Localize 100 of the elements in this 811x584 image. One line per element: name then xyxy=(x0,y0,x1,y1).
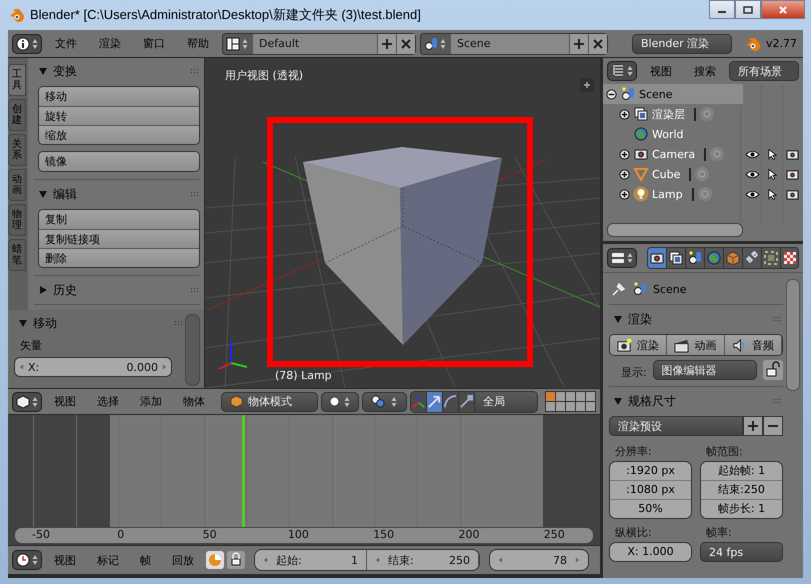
tool-button[interactable]: 移动 xyxy=(39,87,199,106)
menu-item[interactable]: 标记 xyxy=(88,552,128,568)
outliner-row[interactable]: Camera xyxy=(616,144,803,164)
expand-icon[interactable] xyxy=(619,148,630,160)
add-icon[interactable] xyxy=(580,78,594,92)
maximize-button[interactable] xyxy=(735,0,761,19)
eye-icon[interactable] xyxy=(745,148,760,160)
number-field[interactable]: 帧步长: 1 xyxy=(701,499,782,518)
number-field[interactable]: 50% xyxy=(610,499,691,518)
editor-type-button[interactable] xyxy=(607,248,637,268)
collapsed-triangle-icon[interactable] xyxy=(38,285,48,295)
frame-ruler[interactable]: -50 0 50 100 150 200 250 xyxy=(14,527,594,544)
tool-button[interactable]: 缩放 xyxy=(39,125,199,144)
manipulator-button[interactable] xyxy=(427,392,444,412)
menu-item[interactable]: 帧 xyxy=(131,552,160,568)
close-icon[interactable] xyxy=(592,38,604,50)
cursor-arrow-icon[interactable] xyxy=(768,168,778,180)
properties-tab[interactable] xyxy=(743,248,762,268)
close-icon[interactable] xyxy=(400,38,412,50)
render-engine-dropdown[interactable]: Blender 渲染 xyxy=(632,34,732,54)
tool-shelf-tab[interactable]: 关系 xyxy=(8,134,26,166)
scrollbar[interactable] xyxy=(185,314,200,386)
number-field[interactable]: :1080 px xyxy=(610,480,691,499)
layer-grid[interactable] xyxy=(545,391,596,412)
menu-item[interactable]: 视图 xyxy=(45,552,85,568)
menu-item[interactable]: 添加 xyxy=(131,394,171,409)
shading-dropdown[interactable] xyxy=(321,392,360,412)
camera-icon[interactable] xyxy=(786,188,799,200)
drag-handle-icon[interactable] xyxy=(773,398,783,404)
menu-item[interactable]: 文件 xyxy=(46,36,86,51)
menu-item[interactable]: 选择 xyxy=(88,394,128,409)
remove-button[interactable] xyxy=(763,416,783,436)
mode-dropdown[interactable]: 物体模式 xyxy=(221,392,318,412)
pin-icon[interactable] xyxy=(611,281,627,297)
menu-item[interactable]: 帮助 xyxy=(178,36,218,51)
editor-type-button[interactable] xyxy=(607,61,637,81)
tool-shelf-tab[interactable]: 创建 xyxy=(8,99,26,131)
drag-handle-icon[interactable] xyxy=(190,287,200,293)
manipulator-button[interactable] xyxy=(411,392,428,412)
menu-item[interactable]: 视图 xyxy=(45,394,85,409)
camera-icon[interactable] xyxy=(786,168,799,180)
3d-viewport[interactable]: 用户视图 (透视) (78) Lamp xyxy=(205,58,600,388)
expanded-triangle-icon[interactable] xyxy=(38,66,48,76)
drag-handle-icon[interactable] xyxy=(190,191,200,197)
tool-shelf-tab[interactable]: 动画 xyxy=(8,169,26,201)
panel-title[interactable]: 变换 xyxy=(53,62,77,80)
menu-item[interactable]: 视图 xyxy=(641,64,681,78)
number-field[interactable]: X: 1.000 xyxy=(610,543,691,561)
outliner-row[interactable]: World xyxy=(616,124,803,144)
eye-icon[interactable] xyxy=(745,188,760,200)
frame-rate-dropdown[interactable]: 24 fps xyxy=(700,542,783,562)
expand-icon[interactable] xyxy=(619,188,630,200)
expanded-triangle-icon[interactable] xyxy=(613,314,623,324)
panel-title[interactable]: 渲染 xyxy=(628,310,652,328)
expanded-triangle-icon[interactable] xyxy=(38,189,48,199)
end-frame-field[interactable]: 结束: 250 xyxy=(367,550,479,570)
manipulator-button[interactable] xyxy=(459,392,476,412)
panel-title[interactable]: 编辑 xyxy=(53,186,77,202)
editor-type-button[interactable] xyxy=(12,550,42,570)
cursor-arrow-icon[interactable] xyxy=(768,188,778,200)
properties-tab[interactable] xyxy=(648,248,667,268)
menu-item[interactable]: 回放 xyxy=(163,552,203,568)
render-preset-dropdown[interactable]: 渲染预设 xyxy=(609,416,743,436)
pivot-dropdown[interactable] xyxy=(362,392,408,412)
display-dropdown[interactable]: 图像编辑器 xyxy=(652,360,757,380)
orientation-dropdown[interactable]: 全局 xyxy=(475,392,537,412)
number-field[interactable]: 起始帧: 1 xyxy=(701,462,782,480)
layout-selector[interactable]: Default xyxy=(222,32,416,54)
tool-button[interactable]: 删除 xyxy=(39,248,199,267)
lock-icon[interactable] xyxy=(763,360,783,380)
drag-handle-icon[interactable] xyxy=(174,320,184,326)
manipulator-button[interactable] xyxy=(443,392,460,412)
render-action-button[interactable]: 动画 xyxy=(667,335,725,355)
tool-button[interactable]: 旋转 xyxy=(39,106,199,125)
add-button[interactable] xyxy=(743,416,763,436)
panel-title[interactable]: 移动 xyxy=(33,314,57,332)
properties-tab[interactable] xyxy=(686,248,705,268)
collapse-icon[interactable] xyxy=(606,88,617,100)
panel-title[interactable]: 历史 xyxy=(53,282,77,298)
scrollbar[interactable] xyxy=(607,223,743,237)
drag-handle-icon[interactable] xyxy=(190,68,200,74)
cube-drawing[interactable] xyxy=(303,147,502,345)
expanded-triangle-icon[interactable] xyxy=(18,318,28,328)
close-button[interactable] xyxy=(761,0,805,19)
number-field[interactable]: 结束:250 xyxy=(701,480,782,499)
tool-shelf-tab[interactable]: 蜡笔 xyxy=(8,239,26,271)
expand-icon[interactable] xyxy=(619,168,630,180)
outliner-row[interactable]: Cube xyxy=(616,164,803,184)
editor-type-button[interactable] xyxy=(12,34,42,54)
camera-icon[interactable] xyxy=(786,148,799,160)
cursor-arrow-icon[interactable] xyxy=(768,148,778,160)
minimize-button[interactable] xyxy=(709,0,735,19)
expanded-triangle-icon[interactable] xyxy=(613,396,623,406)
outliner-row[interactable]: Scene xyxy=(603,84,743,104)
start-frame-field[interactable]: 起始: 1 xyxy=(255,550,367,570)
expand-icon[interactable] xyxy=(619,108,630,120)
outliner-row[interactable]: Lamp xyxy=(616,184,803,204)
add-icon[interactable] xyxy=(381,38,393,50)
tool-button[interactable]: 复制 xyxy=(39,210,199,229)
tool-shelf-tab[interactable]: 工具 xyxy=(8,64,26,96)
